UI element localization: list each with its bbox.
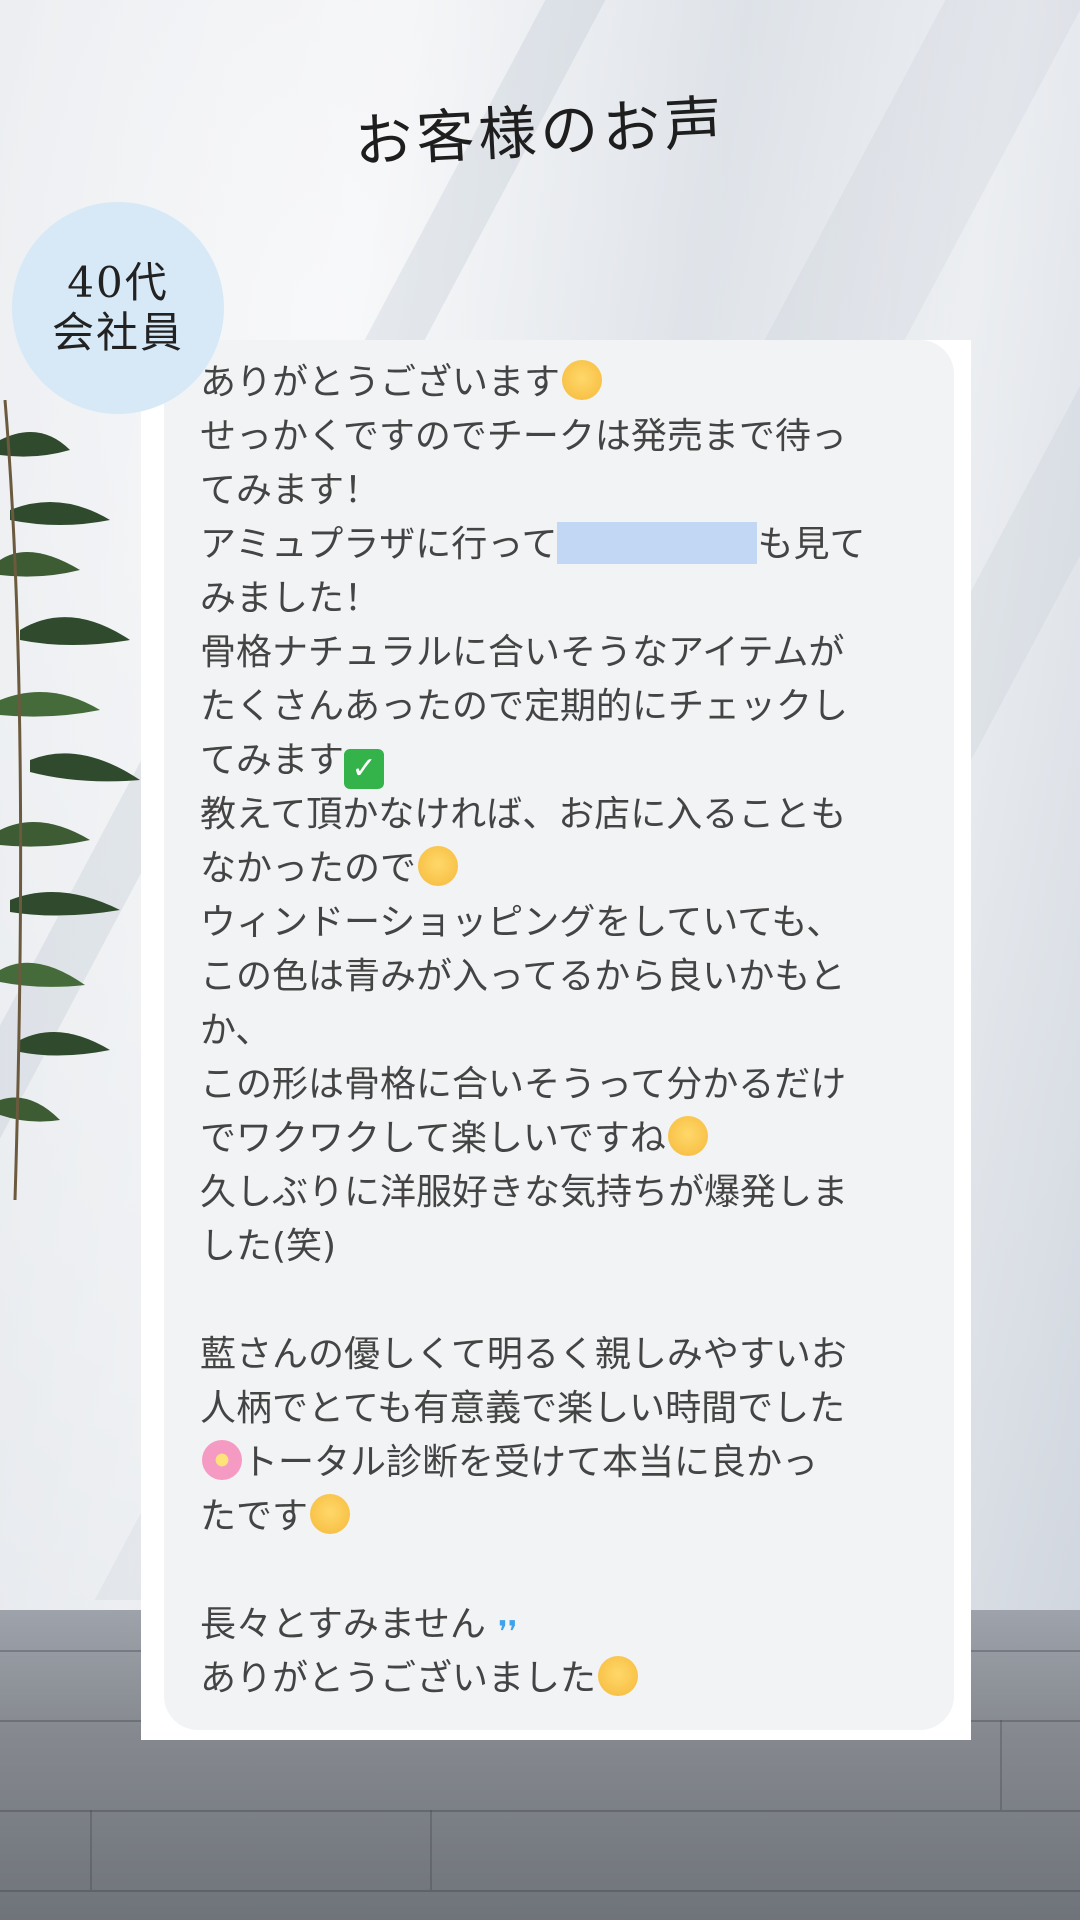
message-line: てみます！ [200, 464, 926, 518]
bowing-face-icon [598, 1656, 639, 1696]
message-line-text: 藍さんの優しくて明るく親しみやすいお [200, 1334, 847, 1375]
plant-illustration [0, 400, 140, 1200]
message-line-text: 久しぶりに洋服好きな気持ちが爆発しま [200, 1172, 849, 1213]
cherry-blossom-icon [202, 1440, 242, 1480]
message-line: この色は青みが入ってるから良いかもと [200, 950, 926, 1004]
message-line-text: みました！ [200, 578, 381, 619]
message-text: ありがとうございますせっかくですのでチークは発売まで待っ てみます！ アミュプラザに… [200, 356, 926, 1706]
message-line: ありがとうございます [200, 356, 926, 410]
message-line: たです [200, 1490, 926, 1544]
message-line: 久しぶりに洋服好きな気持ちが爆発しま [200, 1166, 926, 1220]
message-line-text: ありがとうございました [200, 1658, 597, 1699]
message-line: 人柄でとても有意義で楽しい時間でした [200, 1382, 926, 1436]
customer-age: 40代 [67, 257, 169, 307]
customer-occupation: 会社員 [51, 308, 184, 357]
message-line: か、 [200, 1004, 926, 1058]
message-line-text: ありがとうございます [200, 362, 561, 403]
message-line-text: たです [200, 1496, 309, 1537]
message-line: てみます ✓ [200, 734, 926, 789]
message-line: トータル診断を受けて本当に良かっ [200, 1436, 926, 1490]
message-line-text: この形は骨格に合いそうって分かるだけ [200, 1064, 847, 1105]
message-line-text: トータル診断を受けて本当に良かっ [242, 1442, 819, 1483]
message-line: ありがとうございました [200, 1652, 926, 1706]
message-line-text: てみます！ [200, 470, 381, 511]
message-line: 長々とすみません ❜❜ [200, 1598, 926, 1652]
message-line: ウィンドーショッピングをしていても、 [200, 896, 926, 950]
page-title-text: お客様のお声 [352, 88, 728, 176]
message-line-text: たくさんあったので定期的にチェックし [200, 686, 849, 727]
message-line-text: なかったので [200, 848, 417, 889]
message-line-text: 人柄でとても有意義で楽しい時間でした [200, 1388, 846, 1429]
message-line: でワクワクして楽しいですね [200, 1112, 926, 1166]
message-line-text: も見て [757, 524, 866, 565]
message-line-text: した(笑) [200, 1226, 337, 1267]
message-line-text: この色は青みが入ってるから良いかもと [200, 956, 846, 997]
message-line: この形は骨格に合いそうって分かるだけ [200, 1058, 926, 1112]
message-line: した(笑) [200, 1220, 926, 1274]
message-line-text: か、 [200, 1010, 272, 1051]
check-mark-icon: ✓ [344, 749, 385, 789]
redacted-text [557, 522, 758, 564]
chat-bubble: ありがとうございますせっかくですのでチークは発売まで待っ てみます！ アミュプラザに… [164, 340, 954, 1730]
message-line: 骨格ナチュラルに合いそうなアイテムが [200, 626, 926, 680]
message-line-text: 骨格ナチュラルに合いそうなアイテムが [200, 632, 845, 673]
customer-profile-badge: 40代 会社員 [12, 202, 224, 414]
message-line: なかったので [200, 842, 926, 896]
message-line-text: てみます [200, 740, 345, 781]
praying-face-icon [562, 360, 603, 400]
message-line: 教えて頂かなければ、お店に入ることも [200, 788, 926, 842]
message-line: みました！ [200, 572, 926, 626]
hearts-face-icon [667, 1116, 708, 1156]
message-line-text: ウィンドーショッピングをしていても、 [200, 902, 843, 943]
message-line-text: 長々とすみません [200, 1604, 486, 1645]
page-title: お客様のお声 [0, 85, 1080, 175]
message-line-text: 教えて頂かなければ、お店に入ることも [200, 794, 847, 835]
celebrating-face-icon [418, 846, 459, 886]
message-line: せっかくですのでチークは発売まで待っ [200, 410, 926, 464]
message-line: たくさんあったので定期的にチェックし [200, 680, 926, 734]
message-line-text: せっかくですのでチークは発売まで待っ [200, 416, 847, 457]
message-line-text: でワクワクして楽しいですね [200, 1118, 666, 1159]
crying-happy-face-icon [310, 1494, 351, 1534]
sweat-drops-icon: ❜❜ [498, 1615, 518, 1650]
message-line: 藍さんの優しくて明るく親しみやすいお [200, 1328, 926, 1382]
message-line-text: アミュプラザに行って [200, 524, 558, 565]
message-card: ありがとうございますせっかくですのでチークは発売まで待っ てみます！ アミュプラザに… [141, 340, 971, 1740]
message-line: アミュプラザに行って も見て [200, 518, 926, 572]
